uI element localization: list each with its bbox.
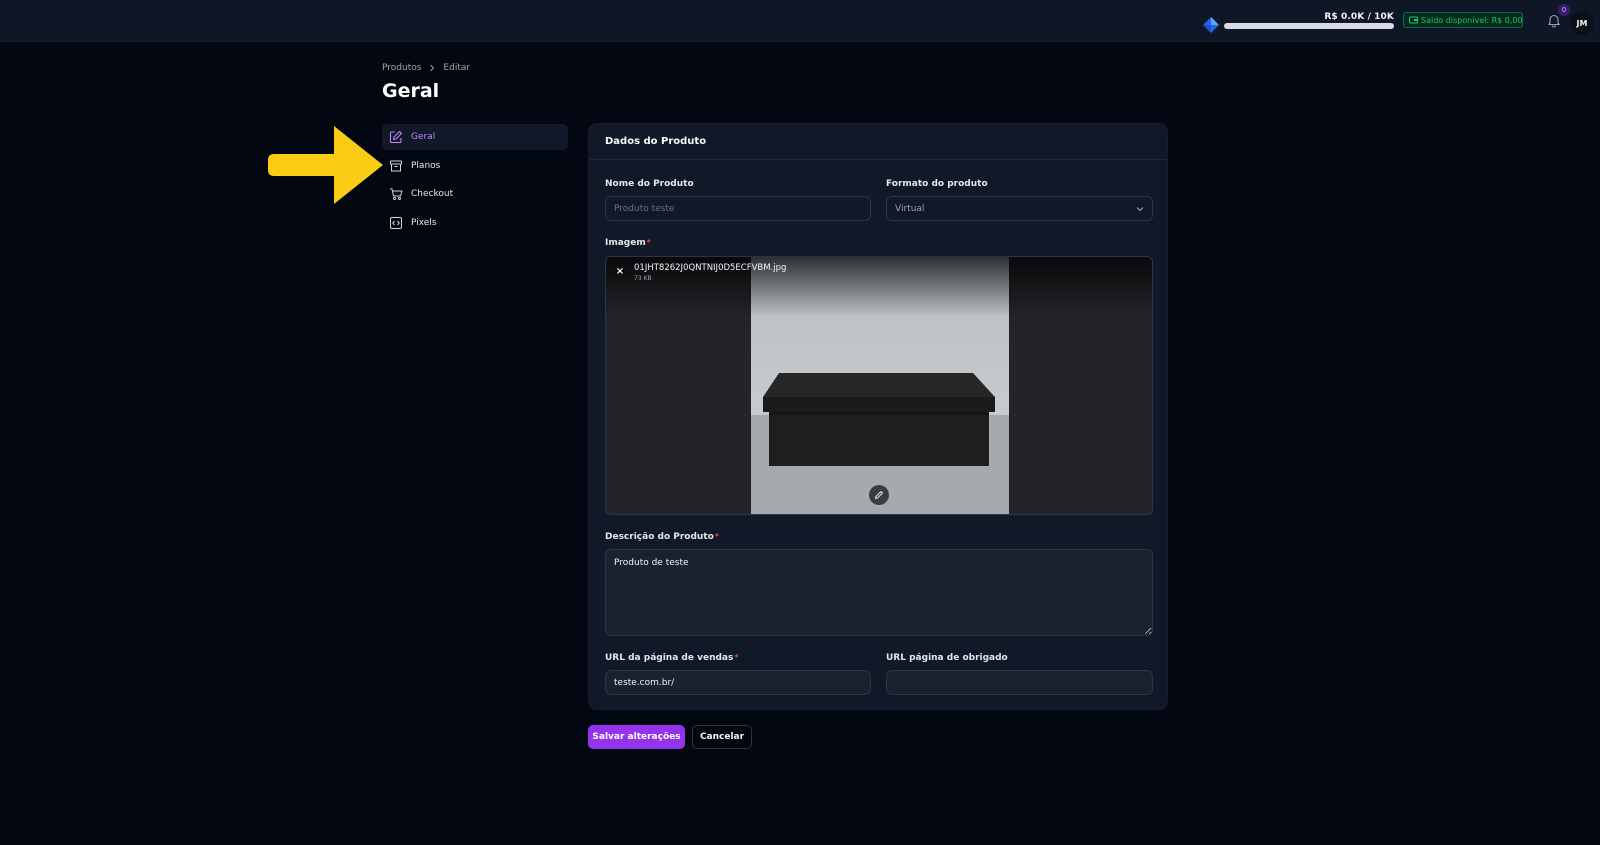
code-icon <box>390 216 402 229</box>
description-label-text: Descrição do Produto <box>605 532 714 542</box>
image-filename: 01JHT8262J0QNTNIJ0D5ECFVBM.jpg <box>634 263 787 273</box>
required-mark: * <box>714 532 720 541</box>
product-format-select[interactable]: Virtual <box>886 196 1153 221</box>
top-bar: R$ 0.0K / 10K Saldo disponível: R$ 0,00 … <box>0 0 1600 42</box>
page-title: Geral <box>382 80 440 102</box>
chevron-down-icon <box>1136 207 1144 212</box>
chevron-right-icon <box>430 64 435 72</box>
edit-image-button[interactable] <box>869 485 889 505</box>
image-label: Imagem* <box>605 238 651 248</box>
product-name-input[interactable] <box>605 196 871 221</box>
description-label: Descrição do Produto* <box>605 532 719 542</box>
diamond-logo-icon <box>1203 17 1219 33</box>
balance-badge[interactable]: Saldo disponível: R$ 0,00 <box>1403 12 1523 28</box>
breadcrumb-current: Editar <box>443 63 471 73</box>
product-format-value: Virtual <box>895 203 925 214</box>
required-mark: * <box>734 653 739 662</box>
save-button[interactable]: Salvar alterações <box>588 725 685 749</box>
product-data-card: Dados do Produto Nome do Produto Formato… <box>588 123 1168 710</box>
revenue-progress-track <box>1224 23 1394 29</box>
cancel-button[interactable]: Cancelar <box>692 725 752 749</box>
nav-item-pixels[interactable]: Pixels <box>382 210 568 236</box>
nav-item-label: Pixels <box>411 217 437 228</box>
notification-count-badge: 0 <box>1558 4 1570 16</box>
sales-url-label: URL da página de vendas* <box>605 653 739 663</box>
sales-url-input[interactable] <box>605 670 871 695</box>
bell-icon[interactable] <box>1547 13 1561 28</box>
nav-item-geral[interactable]: Geral <box>382 124 568 150</box>
edit-icon <box>389 130 403 144</box>
nav-item-planos[interactable]: Planos <box>382 153 568 179</box>
product-format-label: Formato do produto <box>886 179 988 189</box>
breadcrumb: Produtos Editar <box>382 63 470 73</box>
nav-item-label: Checkout <box>411 189 454 199</box>
box-icon <box>390 160 402 171</box>
required-mark: * <box>646 238 651 247</box>
thanks-url-input[interactable] <box>886 670 1153 695</box>
cart-icon <box>390 188 403 200</box>
card-title: Dados do Produto <box>589 124 1167 160</box>
sales-url-label-text: URL da página de vendas <box>605 653 734 663</box>
nav-item-label: Geral <box>411 132 436 142</box>
balance-label: Saldo disponível: R$ 0,00 <box>1421 15 1523 25</box>
arrow-pointer-icon <box>268 126 383 204</box>
image-filesize: 73 KB <box>634 275 652 282</box>
revenue-progress-text: R$ 0.0K / 10K <box>1324 12 1394 22</box>
wallet-icon <box>1409 16 1418 24</box>
product-name-label: Nome do Produto <box>605 179 694 189</box>
thanks-url-label: URL página de obrigado <box>886 653 1008 663</box>
nav-item-label: Planos <box>411 160 441 171</box>
nav-item-checkout[interactable]: Checkout <box>382 181 568 207</box>
image-upload-preview[interactable]: × 01JHT8262J0QNTNIJ0D5ECFVBM.jpg 73 KB <box>605 256 1153 515</box>
avatar[interactable]: JM <box>1570 11 1594 35</box>
remove-image-button[interactable]: × <box>613 264 627 278</box>
breadcrumb-link-produtos[interactable]: Produtos <box>382 63 421 73</box>
pencil-icon <box>875 491 883 499</box>
description-textarea[interactable]: Produto de teste <box>605 549 1153 636</box>
section-nav: Geral Planos Checkout Pixels <box>382 124 568 238</box>
image-label-text: Imagem <box>605 238 646 248</box>
